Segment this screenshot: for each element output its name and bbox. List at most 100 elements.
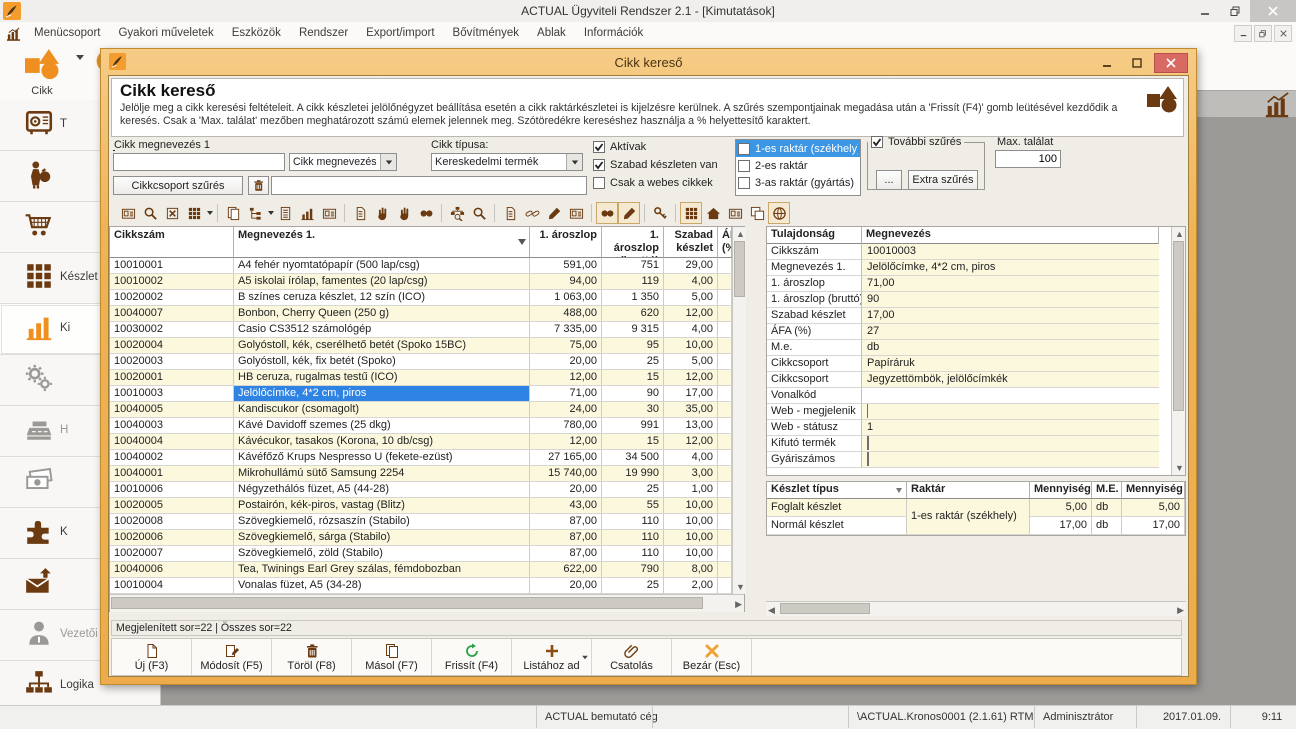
filter-checkbox-2[interactable]: Csak a webes cikkek [593,174,729,192]
property-row[interactable]: Kifutó termék [767,436,1159,452]
dialog-minimize-button[interactable] [1094,54,1120,72]
property-row[interactable]: Web - státusz1 [767,420,1159,436]
grid-view-icon[interactable] [183,202,205,224]
mdi-restore-button[interactable] [1254,25,1272,42]
minimize-button[interactable] [1190,0,1220,22]
max-results-input[interactable] [995,150,1061,168]
menu-item-export-import[interactable]: Export/import [357,27,443,39]
table-row[interactable]: 10020008Szövegkiemelő, rózsaszín (Stabil… [110,514,732,530]
stock-column-header-1[interactable]: Raktár [907,482,1030,499]
mdi-close-button[interactable] [1274,25,1292,42]
property-row[interactable]: M.e.db [767,340,1159,356]
hand-icon[interactable] [393,202,415,224]
property-row[interactable]: 1. ároszlop71,00 [767,276,1159,292]
property-row[interactable]: Cikkszám10010003 [767,244,1159,260]
scroll-up-icon[interactable]: ▲ [1175,229,1184,239]
tree-view-icon[interactable] [244,202,266,224]
table-row[interactable]: 10020001HB ceruza, rugalmas testű (ICO)1… [110,370,732,386]
table-row[interactable]: 10020004Golyóstoll, kék, cserélhető beté… [110,338,732,354]
binoculars-icon[interactable] [596,202,618,224]
table-row[interactable]: 10020003Golyóstoll, kék, fix betét (Spok… [110,354,732,370]
binoculars-icon[interactable] [415,202,437,224]
scroll-right-icon[interactable]: ▶ [735,599,742,610]
cikk-dropdown-caret[interactable] [76,60,84,72]
property-row[interactable]: Megnevezés 1.Jelölőcímke, 4*2 cm, piros [767,260,1159,276]
clear-filter-icon[interactable] [161,202,183,224]
table-row[interactable]: 10040004Kávécukor, tasakos (Korona, 10 d… [110,434,732,450]
table-row[interactable]: 10010002A5 iskolai írólap, famentes (20 … [110,274,732,290]
property-row[interactable]: Vonalkód [767,388,1159,404]
property-row[interactable]: CikkcsoportPapíráruk [767,356,1159,372]
table-row[interactable]: 10030002Casio CS3512 számológép7 335,009… [110,322,732,338]
property-row[interactable]: 1. ároszlop (bruttó)90 [767,292,1159,308]
új-f3-button[interactable]: Új (F3) [112,639,192,675]
dialog-maximize-button[interactable] [1124,54,1150,72]
property-column-header-0[interactable]: Tulajdonság [767,227,862,244]
menu-item-rendszer[interactable]: Rendszer [290,27,357,39]
table-row[interactable]: 10040007Bonbon, Cherry Queen (250 g)488,… [110,306,732,322]
scroll-up-icon[interactable]: ▲ [736,229,745,239]
csatolás-button[interactable]: Csatolás [592,639,672,675]
card-view-icon[interactable] [117,202,139,224]
doc-icon[interactable] [349,202,371,224]
menu-item-b-v-tm-nyek[interactable]: Bővítmények [444,27,528,39]
table-row[interactable]: 10010006Négyzethálós füzet, A5 (44-28)20… [110,482,732,498]
property-row[interactable]: Gyáriszámos [767,452,1159,468]
column-header-4[interactable]: Szabad készlet [664,227,718,258]
combo-arrow-icon[interactable] [380,154,396,170]
group-filter-button[interactable]: Cikkcsoport szűrés [113,176,243,195]
card-icon[interactable] [724,202,746,224]
link-icon[interactable] [521,202,543,224]
hand-icon[interactable] [371,202,393,224]
scroll-down-icon[interactable]: ▼ [736,582,745,592]
grid-view-icon[interactable] [680,202,702,224]
property-row[interactable]: CikkcsoportJegyzettömbök, jelölőcímkék [767,372,1159,388]
scroll-left-icon[interactable]: ◀ [768,605,775,616]
group-filter-input[interactable] [271,176,587,195]
globe-icon[interactable] [768,202,790,224]
table-row[interactable]: 10040002Kávéfőző Krups Nespresso U (feke… [110,450,732,466]
scroll-right-icon[interactable]: ▶ [1177,605,1184,616]
menu-item-gyakori-m-veletek[interactable]: Gyakori műveletek [109,27,222,39]
column-header-2[interactable]: 1. ároszlop [530,227,602,258]
menu-item-men-csoport[interactable]: Menücsoport [25,27,109,39]
column-header-1[interactable]: Megnevezés 1. [234,227,530,258]
table-row[interactable]: 10010001A4 fehér nyomtatópapír (500 lap/… [110,258,732,274]
menu-item-ablak[interactable]: Ablak [528,27,575,39]
card-icon[interactable] [318,202,340,224]
combo-arrow-icon[interactable] [566,154,582,170]
table-hscrollbar[interactable]: ▶ [110,594,744,612]
close-button[interactable] [1250,0,1296,22]
property-hscrollbar[interactable]: ◀ ▶ [766,601,1186,616]
stock-column-header-2[interactable]: Mennyiség [1030,482,1092,499]
töröl-f8-button[interactable]: Töröl (F8) [272,639,352,675]
name-mode-combobox[interactable]: Cikk megnevezés 1. (F11) [289,153,397,171]
org-search-icon[interactable] [446,202,468,224]
column-header-0[interactable]: Cikkszám [110,227,234,258]
stock-column-header-3[interactable]: M.E. [1092,482,1122,499]
property-vscrollbar[interactable]: ▲ ▼ [1171,227,1185,475]
windows-icon[interactable] [746,202,768,224]
bezár-esc-button[interactable]: Bezár (Esc) [672,639,752,675]
column-header-3[interactable]: 1. ároszlop (bruttó) [602,227,664,258]
stock-column-header-0[interactable]: Készlet típus [767,482,907,499]
scroll-down-icon[interactable]: ▼ [1175,463,1184,473]
property-row[interactable]: Szabad készlet17,00 [767,308,1159,324]
table-row[interactable]: 10010003Jelölőcímke, 4*2 cm, piros71,009… [110,386,732,402]
frissít-f4-button[interactable]: Frissít (F4) [432,639,512,675]
table-row[interactable]: 10040001Mikrohullámú sütő Samsung 225415… [110,466,732,482]
search-icon[interactable] [468,202,490,224]
chart-icon[interactable] [296,202,318,224]
property-row[interactable]: ÁFA (%)27 [767,324,1159,340]
home-icon[interactable] [702,202,724,224]
browse-button[interactable]: ... [876,170,902,190]
search-icon[interactable] [139,202,161,224]
warehouse-item-0[interactable]: 1-es raktár (székhely) [736,140,860,157]
table-row[interactable]: 10040006Tea, Twinings Earl Grey szálas, … [110,562,732,578]
másol-f7-button[interactable]: Másol (F7) [352,639,432,675]
card-icon[interactable] [565,202,587,224]
menu-item-eszk-z-k[interactable]: Eszközök [223,27,290,39]
dialog-close-button[interactable] [1154,53,1188,73]
more-filter-checkbox[interactable] [871,136,883,148]
warehouse-item-2[interactable]: 3-as raktár (gyártás) [736,174,860,191]
